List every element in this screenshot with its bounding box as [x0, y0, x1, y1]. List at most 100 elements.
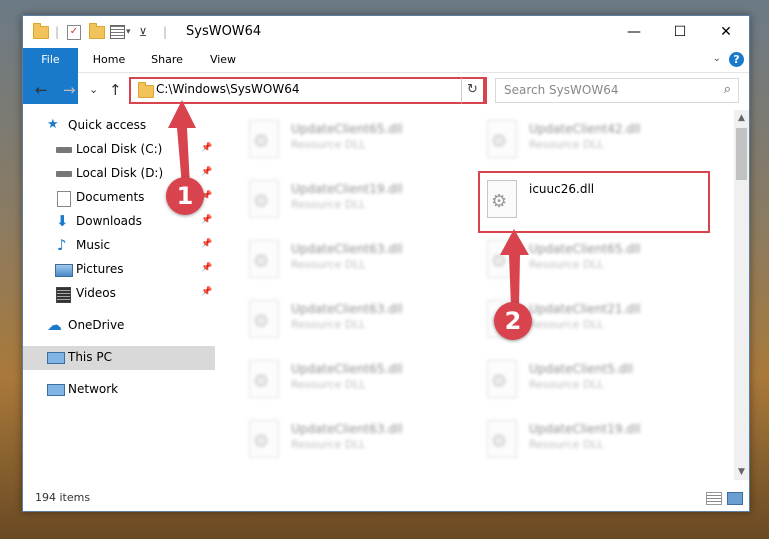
dll-file-icon — [249, 180, 279, 218]
file-type: Resource DLL — [291, 258, 366, 271]
search-placeholder: Search SysWOW64 — [504, 83, 619, 97]
ribbon-expand-icon[interactable]: ⌄ — [713, 53, 721, 64]
file-type: Resource DLL — [291, 198, 366, 211]
title-bar: | ✓ ▾ ⊻ | SysWOW64 — ☐ ✕ — [23, 16, 749, 48]
properties-icon[interactable] — [110, 23, 125, 41]
customize-toolbar-icon[interactable]: ⊻ — [139, 23, 147, 41]
file-item[interactable]: UpdateClient19.dll Resource DLL — [237, 176, 467, 232]
refresh-button[interactable]: ↻ — [461, 77, 485, 104]
file-item[interactable]: UpdateClient5.dll Resource DLL — [475, 356, 705, 412]
arrow-up-icon — [500, 229, 529, 307]
cloud-icon: ☁ — [47, 316, 62, 334]
star-icon: ★ — [47, 117, 59, 132]
chevron-down-icon[interactable]: ▾ — [126, 23, 131, 41]
sidebar-item-label: Local Disk (D:) — [76, 166, 164, 180]
file-name: UpdateClient63.dll — [291, 422, 403, 436]
file-name: UpdateClient63.dll — [291, 302, 403, 316]
up-button[interactable]: ↑ — [109, 81, 122, 99]
file-item[interactable]: UpdateClient63.dll Resource DLL — [237, 296, 467, 352]
help-icon[interactable]: ? — [729, 52, 744, 67]
sidebar-item-onedrive[interactable]: ☁ OneDrive — [23, 314, 215, 338]
file-name: UpdateClient5.dll — [529, 362, 633, 376]
maximize-button[interactable]: ☐ — [657, 16, 703, 48]
file-name: UpdateClient19.dll — [529, 422, 641, 436]
sidebar-item-label: Pictures — [76, 262, 124, 276]
file-type: Resource DLL — [529, 258, 604, 271]
file-type: Resource DLL — [529, 318, 604, 331]
file-name: UpdateClient65.dll — [291, 122, 403, 136]
search-icon: ⌕ — [723, 82, 731, 97]
file-item[interactable]: UpdateClient65.dll Resource DLL — [237, 116, 467, 172]
file-name: UpdateClient65.dll — [529, 242, 641, 256]
file-type: Resource DLL — [529, 378, 604, 391]
close-button[interactable]: ✕ — [703, 16, 749, 48]
recent-locations-button[interactable]: ⌄ — [89, 83, 98, 96]
videos-icon — [56, 287, 71, 303]
status-bar: 194 items — [23, 485, 749, 511]
sidebar-item-label: Network — [68, 382, 119, 396]
sidebar-item-label: Downloads — [76, 214, 142, 228]
tab-view[interactable]: View — [199, 48, 247, 72]
window-title: SysWOW64 — [186, 24, 262, 39]
file-item[interactable]: UpdateClient65.dll Resource DLL — [237, 356, 467, 412]
tab-share[interactable]: Share — [143, 48, 191, 72]
new-folder-icon[interactable] — [89, 22, 105, 41]
scroll-down-button[interactable]: ▼ — [734, 464, 749, 480]
ribbon: File Home Share View ⌄ ? — [23, 48, 749, 104]
file-name: UpdateClient19.dll — [291, 182, 403, 196]
large-icons-view-button[interactable] — [727, 492, 743, 505]
folder-icon — [138, 82, 154, 98]
folder-icon — [33, 22, 49, 41]
dll-file-icon — [249, 300, 279, 338]
file-name: UpdateClient63.dll — [291, 242, 403, 256]
pin-icon[interactable]: 📌 — [201, 287, 212, 297]
sidebar-item-label: Local Disk (C:) — [76, 142, 163, 156]
scroll-thumb[interactable] — [736, 128, 747, 180]
minimize-button[interactable]: — — [611, 16, 657, 48]
dll-file-icon — [487, 120, 517, 158]
file-name: UpdateClient42.dll — [529, 122, 641, 136]
highlight-box-file — [478, 171, 710, 233]
file-explorer-window: | ✓ ▾ ⊻ | SysWOW64 — ☐ ✕ File Home Share… — [22, 15, 750, 512]
file-name: UpdateClient21.dll — [529, 302, 641, 316]
file-type: Resource DLL — [291, 438, 366, 451]
forward-button[interactable]: → — [63, 81, 76, 99]
vertical-scrollbar[interactable]: ▲ ▼ — [734, 110, 749, 480]
navigation-bar: ← → ⌄ ↑ C:\Windows\SysWOW64 ⌄ ↻ Search S… — [23, 73, 749, 108]
file-name: UpdateClient65.dll — [291, 362, 403, 376]
tab-home[interactable]: Home — [85, 48, 133, 72]
properties-check-icon[interactable]: ✓ — [67, 23, 81, 41]
file-item[interactable]: UpdateClient63.dll Resource DLL — [237, 236, 467, 292]
file-item[interactable]: UpdateClient19.dll Resource DLL — [475, 416, 705, 472]
search-input[interactable]: Search SysWOW64 ⌕ — [495, 78, 739, 103]
pictures-icon — [55, 264, 73, 277]
item-count: 194 items — [35, 491, 91, 504]
file-list: UpdateClient65.dll Resource DLL UpdateCl… — [217, 110, 733, 480]
sidebar-item-music[interactable]: ♪ Music 📌 — [23, 234, 215, 258]
sidebar-item-videos[interactable]: Videos 📌 — [23, 282, 215, 306]
sidebar-item-label: This PC — [68, 350, 112, 364]
scroll-up-button[interactable]: ▲ — [734, 110, 749, 126]
file-type: Resource DLL — [291, 378, 366, 391]
dll-file-icon — [487, 360, 517, 398]
file-item[interactable]: UpdateClient63.dll Resource DLL — [237, 416, 467, 472]
dll-file-icon — [249, 360, 279, 398]
address-path: C:\Windows\SysWOW64 — [156, 82, 300, 96]
sidebar-item-pictures[interactable]: Pictures 📌 — [23, 258, 215, 282]
step-marker-2: 2 — [494, 302, 532, 340]
details-view-button[interactable] — [706, 492, 722, 505]
dll-file-icon — [249, 420, 279, 458]
pin-icon[interactable]: 📌 — [201, 239, 212, 249]
sidebar-item-network[interactable]: Network — [23, 378, 215, 402]
dll-file-icon — [487, 420, 517, 458]
back-button[interactable]: ← — [35, 81, 48, 99]
arrow-up-icon — [168, 100, 196, 186]
file-type: Resource DLL — [291, 138, 366, 151]
pin-icon[interactable]: 📌 — [201, 215, 212, 225]
sidebar-item-this-pc[interactable]: This PC — [23, 346, 215, 370]
computer-icon — [47, 352, 65, 364]
file-item[interactable]: UpdateClient42.dll Resource DLL — [475, 116, 705, 172]
drive-icon — [56, 171, 72, 177]
dll-file-icon — [249, 240, 279, 278]
pin-icon[interactable]: 📌 — [201, 263, 212, 273]
